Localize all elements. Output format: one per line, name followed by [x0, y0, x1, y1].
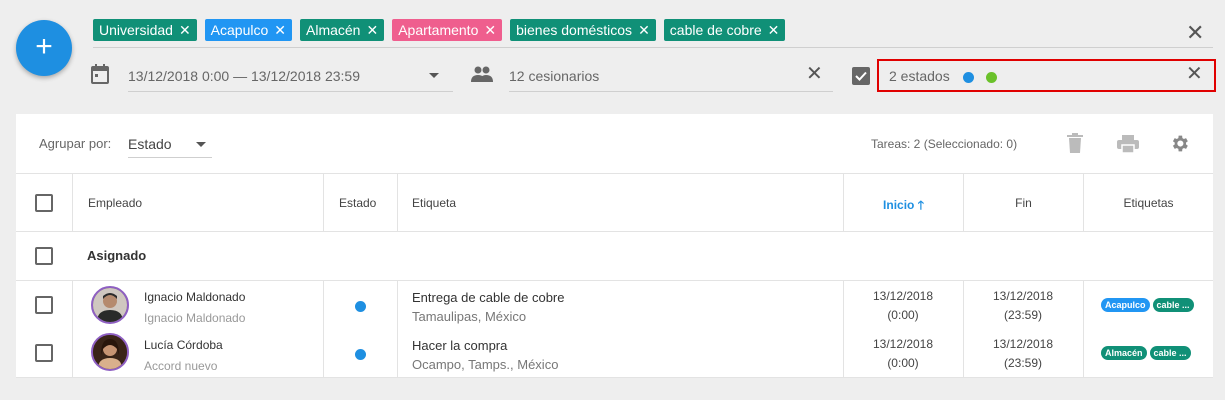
tag-chip[interactable]: bienes domésticos ✕ [510, 19, 656, 41]
col-start-wrap: Inicio 🡑 [844, 196, 963, 217]
close-icon[interactable]: ✕ [484, 19, 496, 41]
col-end[interactable]: Fin [963, 174, 1083, 231]
trash-icon[interactable] [1067, 133, 1083, 153]
group-row: Asignado [16, 232, 1213, 281]
group-by-select[interactable]: Estado [128, 132, 212, 158]
tag-chip-label: cable de cobre [669, 22, 762, 38]
status-dot [355, 349, 366, 360]
chevron-down-icon [429, 73, 439, 78]
col-label-label: Etiqueta [412, 196, 457, 210]
tag-chip[interactable]: Almacén ✕ [300, 19, 385, 41]
start-time: (0:00) [887, 308, 919, 322]
col-employee-label: Empleado [88, 196, 143, 210]
task-count: Tareas: 2 (Seleccionado: 0) [871, 137, 1018, 151]
start-time: (0:00) [887, 356, 919, 370]
close-icon[interactable]: ✕ [768, 19, 780, 41]
tag-pill[interactable]: cable ... [1149, 346, 1191, 360]
task-location: Ocampo, Tamps., México [412, 357, 559, 372]
highlight-box [877, 59, 1216, 92]
assignees-select[interactable]: 12 cesionarios [509, 58, 833, 92]
panel-toolbar: Agrupar por: Estado Tareas: 2 (Seleccion… [16, 114, 1213, 174]
checkbox-checked-icon[interactable] [852, 67, 870, 85]
col-start-label: Inicio [883, 198, 915, 212]
close-icon[interactable]: ✕ [274, 19, 286, 41]
tag-pill[interactable]: Acapulco [1101, 298, 1150, 312]
employee-name: Lucía Córdoba [144, 338, 223, 352]
task-title: Hacer la compra [412, 338, 508, 353]
tag-chip-label: Apartamento [398, 22, 479, 38]
close-icon[interactable]: ✕ [179, 19, 191, 41]
select-all-checkbox[interactable] [35, 194, 53, 212]
col-end-label: Fin [1015, 196, 1032, 210]
tasks-panel: Agrupar por: Estado Tareas: 2 (Seleccion… [16, 114, 1213, 378]
group-by-value: Estado [128, 136, 172, 152]
tags-divider [93, 47, 1213, 48]
end-time: (23:59) [1003, 356, 1043, 370]
start-date: 13/12/2018 [872, 289, 934, 303]
tag-chip[interactable]: Universidad ✕ [93, 19, 197, 41]
tag-chip[interactable]: Apartamento ✕ [392, 19, 503, 41]
task-title: Entrega de cable de cobre [412, 290, 565, 305]
col-tags[interactable]: Etiquetas [1083, 174, 1213, 231]
date-range-value: 13/12/2018 0:00 — 13/12/2018 23:59 [128, 68, 360, 84]
gear-icon[interactable] [1169, 133, 1190, 154]
avatar [91, 286, 129, 324]
group-by-label: Agrupar por: [39, 136, 112, 151]
tag-filter-list: Universidad ✕ Acapulco ✕ Almacén ✕ Apartame… [93, 19, 786, 41]
clear-assignees-icon[interactable]: ✕ [806, 64, 823, 84]
col-status-label: Estado [339, 196, 377, 210]
tag-chip-label: bienes domésticos [516, 22, 633, 38]
row-checkbox[interactable] [35, 344, 53, 362]
people-icon [471, 66, 493, 82]
arrow-up-icon: 🡑 [917, 198, 924, 212]
tag-chip[interactable]: cable de cobre ✕ [663, 19, 786, 41]
table-body: Ignacio Maldonado Ignacio Maldonado Entr… [16, 281, 1213, 378]
end-date: 13/12/2018 [992, 289, 1054, 303]
assignees-value: 12 cesionarios [509, 68, 600, 84]
avatar-person-icon [93, 335, 127, 369]
tag-pill[interactable]: cable ... [1152, 298, 1194, 312]
tag-chip-label: Universidad [99, 22, 173, 38]
tag-chip[interactable]: Acapulco ✕ [204, 19, 292, 41]
col-label[interactable]: Etiqueta [397, 174, 843, 231]
print-icon[interactable] [1117, 135, 1139, 153]
col-status[interactable]: Estado [323, 174, 397, 231]
row-tags: Almacén cable ... [1101, 346, 1191, 360]
tag-chip-label: Almacén [306, 22, 361, 38]
col-tags-label: Etiquetas [1123, 196, 1174, 210]
calendar-icon [91, 64, 109, 84]
task-location: Tamaulipas, México [412, 309, 527, 324]
row-tags: Acapulco cable ... [1101, 298, 1194, 312]
employee-subtitle: Accord nuevo [144, 359, 218, 373]
col-start[interactable]: Inicio 🡑 [843, 174, 963, 231]
group-title: Asignado [87, 248, 147, 263]
table-row[interactable]: Ignacio Maldonado Ignacio Maldonado Entr… [16, 281, 1213, 329]
table-row[interactable]: Lucía Córdoba Accord nuevo Hacer la comp… [16, 329, 1213, 377]
end-time: (23:59) [1003, 308, 1043, 322]
end-date: 13/12/2018 [992, 337, 1054, 351]
row-checkbox[interactable] [35, 296, 53, 314]
employee-subtitle: Ignacio Maldonado [144, 311, 246, 325]
col-employee[interactable]: Empleado [72, 174, 323, 231]
status-dot [355, 301, 366, 312]
employee-name: Ignacio Maldonado [144, 290, 246, 304]
group-checkbox[interactable] [35, 247, 53, 265]
tag-chip-label: Acapulco [210, 22, 269, 38]
chevron-down-icon [196, 142, 206, 147]
clear-tags-icon[interactable]: ✕ [1186, 22, 1204, 44]
avatar-person-icon [93, 288, 127, 322]
start-date: 13/12/2018 [872, 337, 934, 351]
tag-pill[interactable]: Almacén [1101, 346, 1147, 360]
close-icon[interactable]: ✕ [638, 19, 650, 41]
date-range-select[interactable]: 13/12/2018 0:00 — 13/12/2018 23:59 [128, 58, 453, 92]
table-header: Empleado Estado Etiqueta Inicio 🡑 Fin Et… [16, 174, 1213, 232]
close-icon[interactable]: ✕ [366, 19, 378, 41]
avatar [91, 333, 129, 371]
